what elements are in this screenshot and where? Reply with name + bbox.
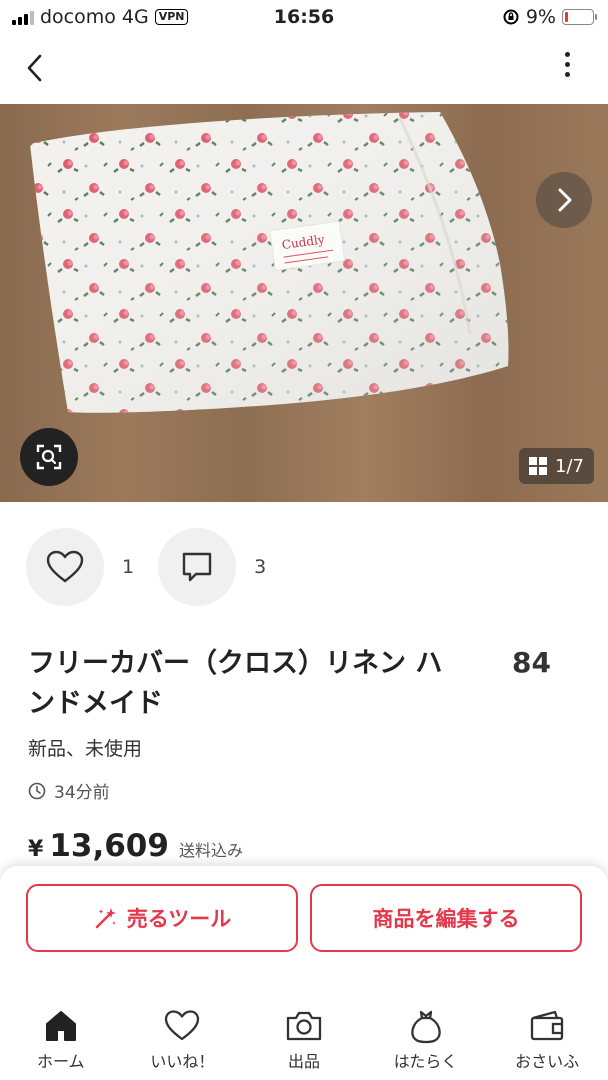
- shipping-label: 送料込み: [178, 841, 243, 860]
- price: ¥ 13,609 送料込み: [28, 828, 243, 864]
- currency-symbol: ¥: [28, 837, 44, 862]
- comment-icon: [182, 552, 212, 582]
- comment-count: 3: [254, 556, 267, 578]
- clock-icon: [28, 782, 46, 799]
- camera-icon: [286, 1011, 322, 1041]
- item-title: フリーカバー（クロス）リネン ハンドメイド: [28, 648, 443, 719]
- nav-bar: [0, 36, 608, 104]
- view-count: 84: [512, 646, 551, 679]
- wallet-icon: [531, 1010, 564, 1041]
- sell-tool-label: 売るツール: [126, 907, 232, 931]
- tab-sell-label: 出品: [287, 1052, 320, 1071]
- tab-work[interactable]: はたらく: [365, 1000, 487, 1080]
- orientation-lock-icon: [503, 9, 519, 25]
- heart-icon: [165, 1010, 200, 1041]
- tab-home[interactable]: ホーム: [0, 1000, 122, 1080]
- edit-item-label: 商品を編集する: [372, 907, 520, 931]
- comment-button[interactable]: [158, 528, 237, 606]
- item-condition: 新品、未使用: [28, 738, 143, 760]
- image-search-button[interactable]: [20, 428, 78, 486]
- tab-wallet-label: おさいふ: [515, 1052, 580, 1071]
- back-icon[interactable]: [18, 50, 54, 86]
- price-value: 13,609: [49, 828, 169, 864]
- posted-time-text: 34分前: [54, 783, 110, 803]
- more-menu-icon[interactable]: [552, 52, 582, 88]
- image-counter-text: 1/7: [555, 455, 584, 477]
- tab-wallet[interactable]: おさいふ: [486, 1000, 608, 1080]
- next-image-button[interactable]: [536, 172, 592, 228]
- cloth-image: Cuddly: [30, 112, 509, 413]
- money-bag-icon: [410, 1010, 441, 1044]
- tab-home-label: ホーム: [37, 1052, 85, 1071]
- tab-sell[interactable]: 出品: [243, 1000, 365, 1080]
- chevron-right-icon: [558, 188, 572, 212]
- battery-icon: [562, 9, 597, 25]
- product-photo[interactable]: Cuddly 1/7: [0, 104, 608, 502]
- home-icon: [45, 1011, 76, 1041]
- social-actions: 1 3: [26, 528, 290, 606]
- tab-bar: ホーム いいね！ 出品 はたらく おさいふ: [0, 1000, 608, 1080]
- like-count: 1: [122, 556, 135, 578]
- status-bar: docomo 4G VPN 16:56 9%: [0, 0, 608, 36]
- sell-tool-button[interactable]: 売るツール: [26, 884, 298, 952]
- tab-likes[interactable]: いいね！: [122, 1000, 244, 1080]
- image-counter[interactable]: 1/7: [519, 448, 594, 484]
- posted-time: 34分前: [28, 778, 110, 803]
- tab-likes-label: いいね！: [150, 1052, 215, 1071]
- tab-work-label: はたらく: [393, 1052, 458, 1071]
- heart-icon: [46, 550, 84, 583]
- like-button[interactable]: [26, 528, 104, 606]
- scan-icon: [36, 444, 62, 470]
- grid-icon: [529, 457, 548, 475]
- edit-item-button[interactable]: 商品を編集する: [310, 884, 582, 952]
- battery-percent: 9%: [525, 6, 556, 28]
- sparkle-wand-icon: [95, 908, 116, 929]
